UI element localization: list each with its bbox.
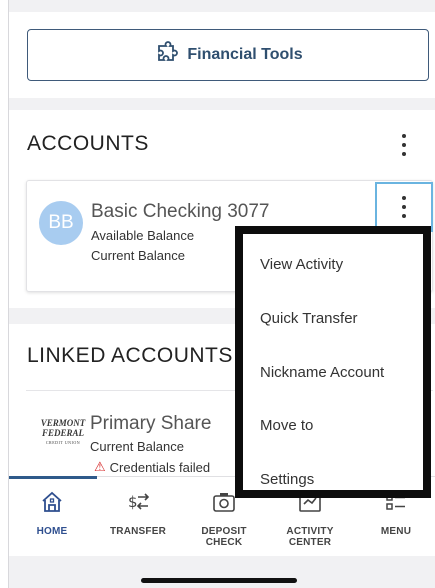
- accounts-title: ACCOUNTS: [27, 132, 149, 155]
- svg-text:$: $: [128, 493, 138, 511]
- more-icon: [402, 134, 406, 138]
- menu-item-nickname-account[interactable]: Nickname Account: [260, 364, 384, 381]
- credentials-status-text: Credentials failed: [109, 459, 211, 475]
- puzzle-icon: [153, 40, 179, 71]
- financial-tools-label: Financial Tools: [187, 46, 303, 63]
- more-icon: [402, 196, 406, 200]
- app-screen: Financial Tools ACCOUNTS BB Basic Checki…: [8, 0, 435, 588]
- active-tab-indicator: [9, 476, 97, 479]
- menu-item-view-activity[interactable]: View Activity: [260, 256, 343, 273]
- tab-label: DEPOSIT CHECK: [201, 526, 247, 548]
- credit-union-logo: VERMONT FEDERAL CREDIT UNION: [40, 418, 86, 445]
- home-indicator: [141, 578, 297, 583]
- top-strip: [9, 0, 435, 12]
- linked-accounts-title: LINKED ACCOUNTS: [27, 344, 233, 367]
- menu-item-settings[interactable]: Settings: [260, 471, 314, 488]
- tab-label: MENU: [380, 526, 412, 537]
- available-balance-label: Available Balance: [91, 228, 195, 243]
- warning-icon: ⚠: [94, 459, 106, 474]
- menu-item-move-to[interactable]: Move to: [260, 417, 313, 434]
- accounts-more-button[interactable]: [393, 130, 415, 160]
- credentials-status: ⚠ Credentials failed: [94, 459, 210, 475]
- transfer-icon: $: [125, 489, 151, 520]
- financial-tools-button[interactable]: Financial Tools: [27, 29, 429, 81]
- tab-label: ACTIVITY CENTER: [286, 526, 334, 548]
- camera-icon: [211, 489, 237, 520]
- linked-account-name: Primary Share: [90, 413, 212, 434]
- financial-tools-area: Financial Tools: [9, 12, 435, 98]
- avatar: BB: [39, 201, 83, 245]
- account-name: Basic Checking 3077: [91, 201, 270, 222]
- tab-label: TRANSFER: [109, 526, 167, 537]
- tab-transfer[interactable]: $ TRANSFER: [95, 489, 181, 537]
- current-balance-label: Current Balance: [91, 248, 185, 263]
- account-more-button[interactable]: [375, 182, 433, 232]
- tab-home[interactable]: HOME: [9, 489, 95, 537]
- account-context-menu: View Activity Quick Transfer Nickname Ac…: [235, 226, 431, 498]
- tab-label: HOME: [36, 526, 68, 537]
- linked-current-balance-label: Current Balance: [90, 439, 184, 454]
- menu-item-quick-transfer[interactable]: Quick Transfer: [260, 310, 358, 327]
- home-icon: [39, 489, 65, 520]
